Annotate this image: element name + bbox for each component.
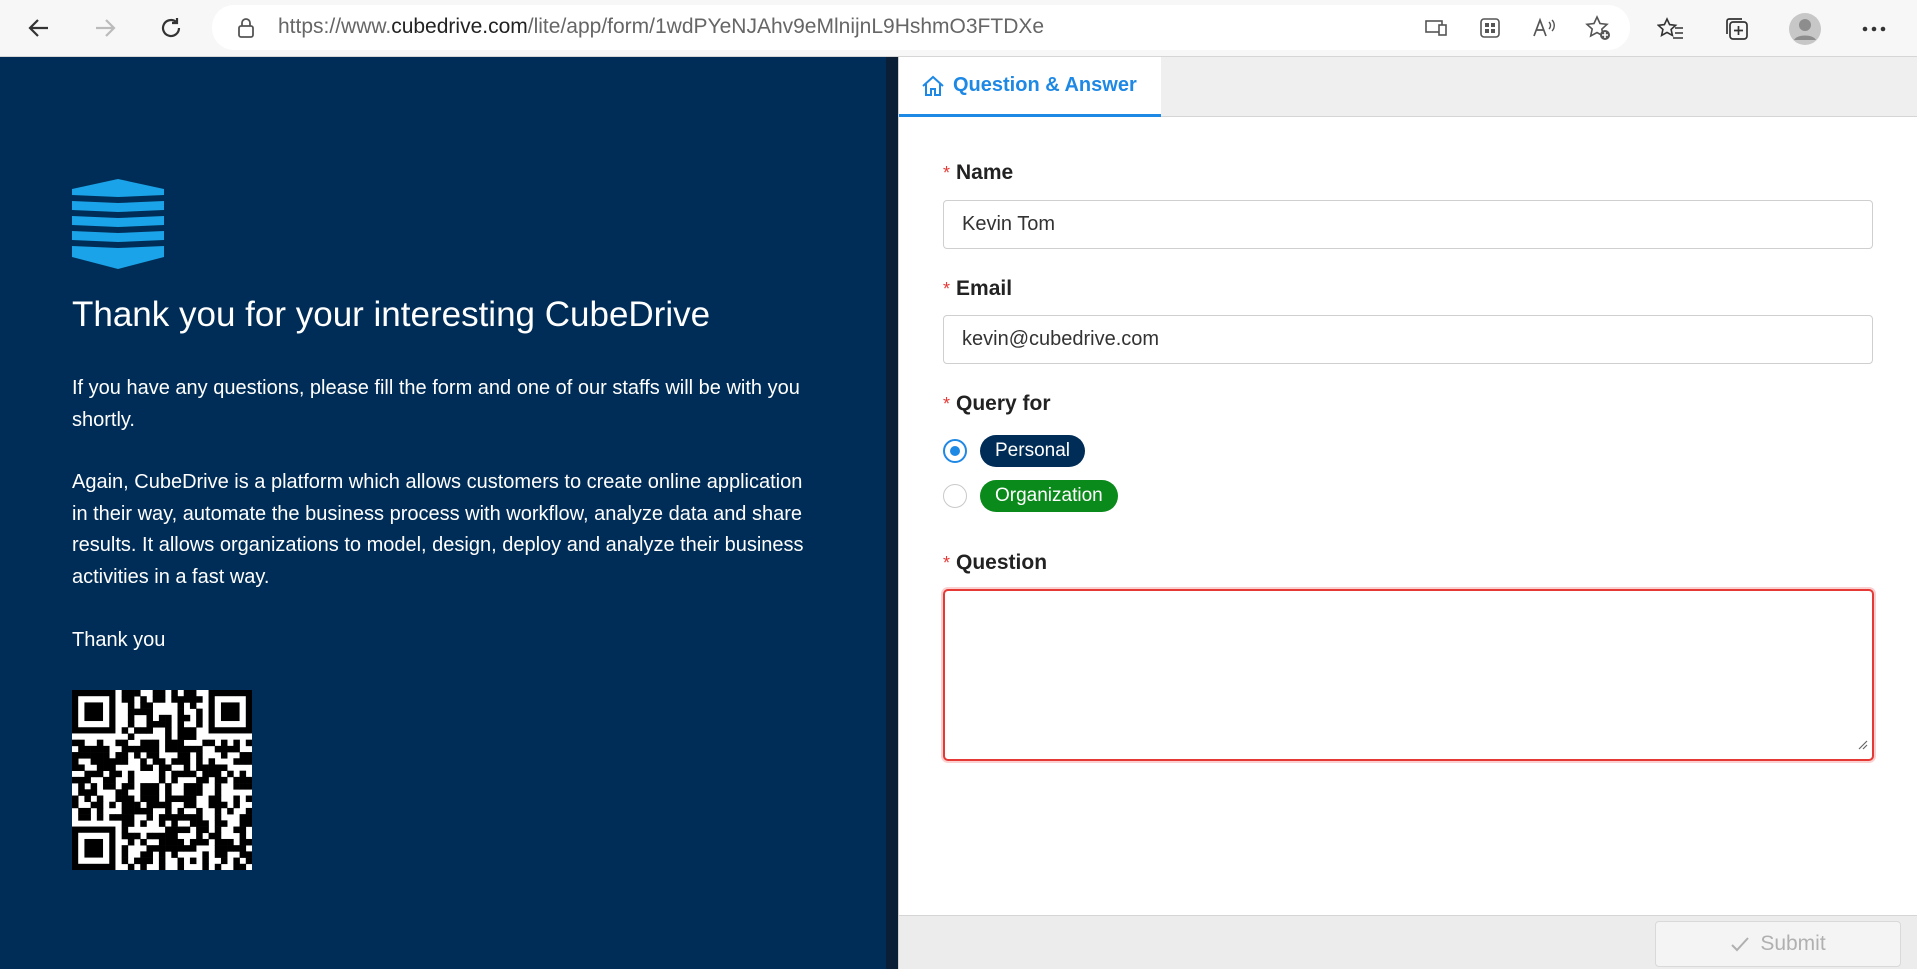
back-arrow-icon[interactable] (20, 9, 58, 47)
info-panel: Thank you for your interesting CubeDrive… (0, 57, 886, 969)
option-label-organization[interactable]: Organization (980, 480, 1118, 512)
profile-icon[interactable] (1786, 10, 1824, 48)
form-footer: Submit (899, 915, 1917, 969)
cubedrive-logo-icon (72, 179, 164, 274)
favorites-icon[interactable] (1652, 10, 1690, 48)
more-icon[interactable] (1855, 10, 1893, 48)
add-favorite-icon[interactable] (1584, 14, 1612, 42)
browser-toolbar: https://www.cubedrive.com/lite/app/form/… (0, 0, 1917, 57)
url-text[interactable]: https://www.cubedrive.com/lite/app/form/… (278, 15, 1044, 39)
page-title: Thank you for your interesting CubeDrive (72, 295, 711, 334)
name-input[interactable]: Kevin Tom (943, 200, 1873, 249)
submit-label: Submit (1760, 932, 1826, 955)
form-panel: Question & Answer * Name Kevin Tom * Email… (898, 57, 1917, 969)
check-icon (1730, 935, 1750, 953)
lock-icon[interactable] (232, 14, 260, 42)
submit-button[interactable]: Submit (1655, 921, 1901, 967)
question-label: * Question (943, 551, 1048, 574)
email-input[interactable]: kevin@cubedrive.com (943, 315, 1873, 364)
panel-divider[interactable] (886, 57, 898, 969)
collections-icon[interactable] (1718, 10, 1756, 48)
email-label: * Email (943, 277, 1013, 300)
option-label-personal[interactable]: Personal (980, 435, 1085, 467)
tab-question-answer[interactable]: Question & Answer (899, 57, 1161, 117)
intro-text: If you have any questions, please fill t… (72, 377, 800, 431)
radio-option-personal[interactable]: Personal (943, 435, 1085, 467)
resize-handle-icon[interactable] (1856, 737, 1868, 755)
refresh-icon[interactable] (152, 9, 190, 47)
address-bar[interactable]: https://www.cubedrive.com/lite/app/form/… (212, 5, 1630, 50)
question-textarea[interactable] (943, 589, 1874, 761)
qr-code (72, 690, 253, 871)
thanks-text: Thank you (72, 629, 166, 651)
radio-button-organization[interactable] (943, 484, 967, 508)
tab-strip: Question & Answer (899, 57, 1917, 117)
tab-label: Question & Answer (953, 74, 1137, 96)
radio-button-personal[interactable] (943, 439, 967, 463)
forward-arrow-icon[interactable] (86, 9, 124, 47)
home-icon (921, 75, 945, 97)
app-available-icon[interactable] (1422, 14, 1450, 42)
radio-option-organization[interactable]: Organization (943, 480, 1118, 512)
name-label: * Name (943, 161, 1014, 184)
read-aloud-icon[interactable] (1530, 14, 1558, 42)
query-label: * Query for (943, 392, 1051, 415)
description-text: Again, CubeDrive is a platform which all… (72, 471, 804, 588)
apps-grid-icon[interactable] (1476, 14, 1504, 42)
